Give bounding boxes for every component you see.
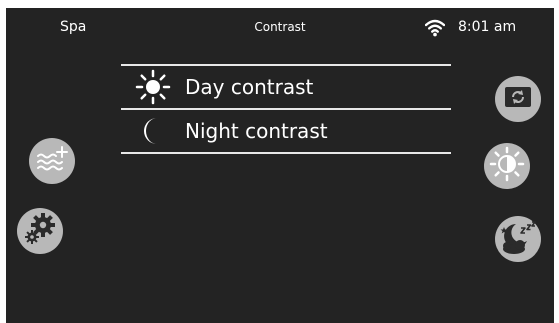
wifi-icon (424, 19, 446, 37)
sleep-mode-icon (499, 219, 537, 259)
brightness-icon (489, 146, 525, 186)
moon-icon (133, 111, 173, 151)
day-contrast-label: Day contrast (185, 75, 314, 99)
sun-icon (133, 67, 173, 107)
spa-screen: Spa Contrast 8:01 am Day contrast Night … (6, 8, 554, 323)
settings-button[interactable] (17, 208, 63, 254)
brightness-button[interactable] (484, 143, 530, 189)
day-contrast-option[interactable]: Day contrast (121, 66, 451, 108)
divider (121, 152, 451, 154)
refresh-button[interactable] (495, 76, 541, 122)
night-contrast-option[interactable]: Night contrast (121, 110, 451, 152)
refresh-icon (503, 85, 533, 113)
contrast-menu: Day contrast Night contrast (121, 64, 451, 154)
status-bar: Spa Contrast 8:01 am (6, 8, 554, 48)
sleep-mode-button[interactable] (495, 216, 541, 262)
clock-time: 8:01 am (458, 19, 517, 35)
settings-gears-icon (23, 212, 57, 250)
night-contrast-label: Night contrast (185, 119, 328, 143)
water-temp-button[interactable] (29, 138, 75, 184)
water-temp-icon (36, 145, 68, 177)
